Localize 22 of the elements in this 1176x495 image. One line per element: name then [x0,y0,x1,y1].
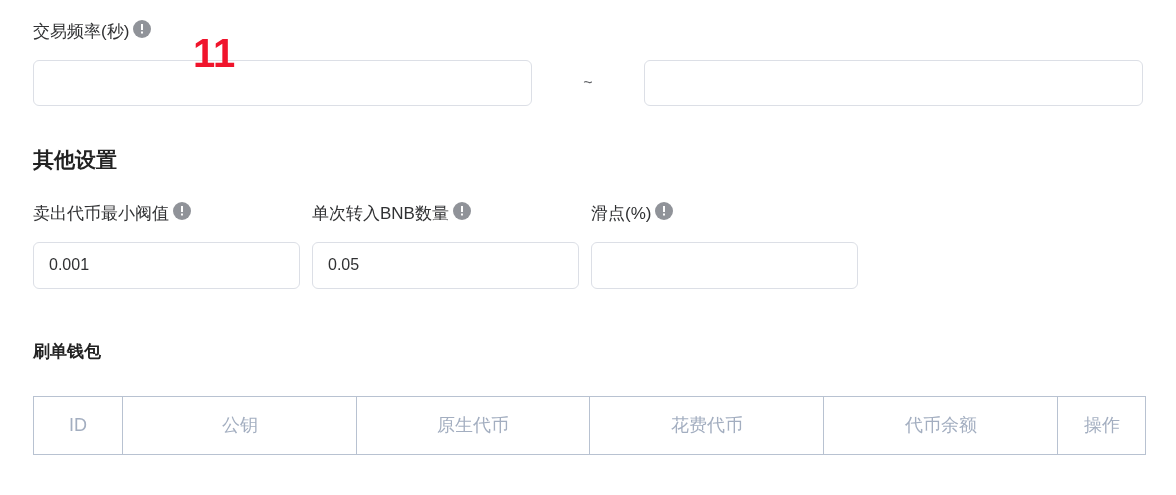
column-header: 代币余额 [823,397,1057,454]
input-field[interactable] [643,60,1143,106]
field-label: 交易频率(秒) [33,21,130,44]
column-header: 操作 [1057,397,1145,454]
field-label: 滑点(%) [591,202,652,225]
column-header: 花费代币 [589,397,823,454]
field-label: 卖出代币最小阀值 [33,202,169,225]
range-separator: ~ [582,73,594,93]
column-header: 公钥 [122,397,356,454]
section-title: 刷单钱包 [33,340,102,363]
info-icon [133,20,152,38]
input-field[interactable] [591,241,858,289]
info-icon [655,201,674,220]
column-header: 原生代币 [356,397,589,454]
annotation-number: 11 [193,33,236,73]
section-title: 其他设置 [33,147,118,173]
info-icon [452,201,471,220]
column-header: ID [68,414,88,437]
field-label: 单次转入BNB数量 [312,202,449,225]
info-icon [173,201,191,220]
input-field[interactable]: 0.001 [33,241,300,289]
input-field[interactable]: 0.05 [312,241,579,289]
